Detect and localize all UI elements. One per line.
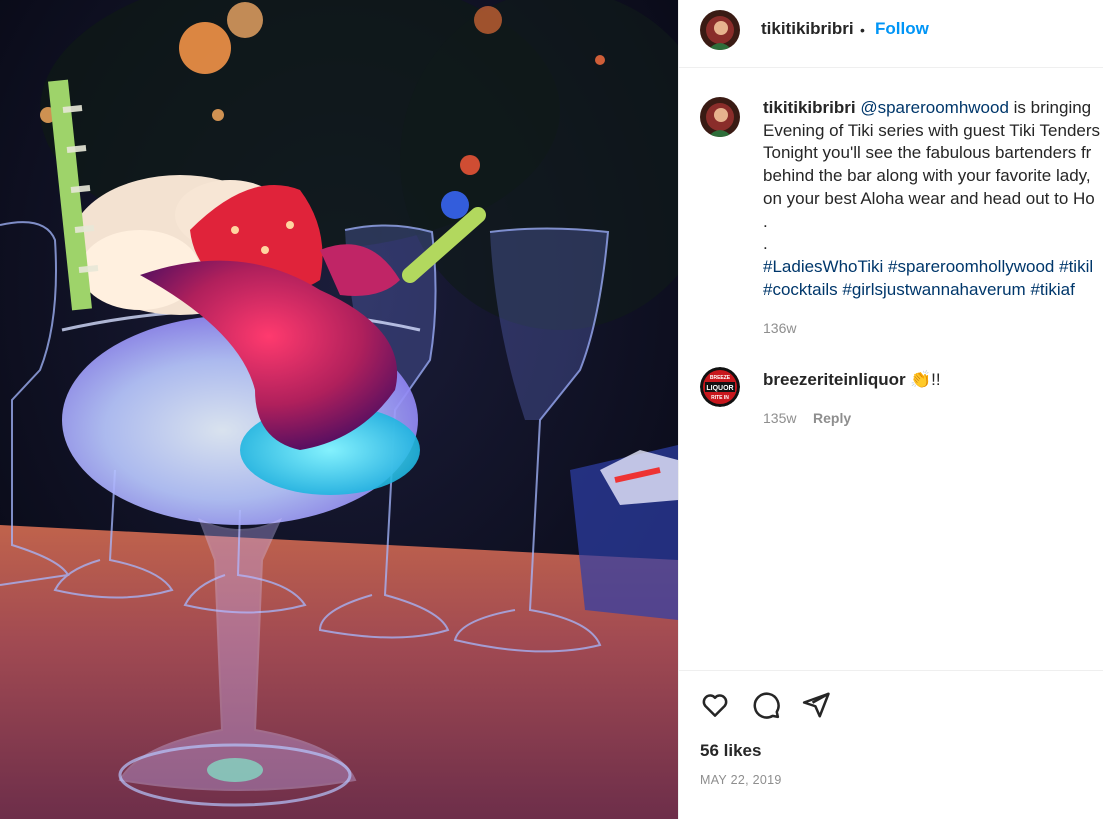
post-date[interactable]: MAY 22, 2019 [700,773,782,787]
svg-text:BREEZE: BREEZE [710,375,731,381]
caption-line-5: on your best Aloha wear and head out to … [763,188,1095,208]
caption-author-avatar[interactable] [700,97,740,137]
caption-line-4: behind the bar along with your favorite … [763,166,1091,186]
author-avatar[interactable] [700,10,740,50]
author-username[interactable]: tikitikibribri [761,19,854,39]
hashtag-link[interactable]: #cocktails [763,280,838,299]
post-details-panel: tikitikibribri • Follow tikitikibribri @… [678,0,1103,819]
caption-dot-1: . [763,211,768,231]
caption-mention[interactable]: @spareroomhwood [860,98,1009,117]
share-icon[interactable] [801,690,831,720]
commenter-username[interactable]: breezeriteinliquor [763,370,906,390]
caption-line-1: is bringing [1008,98,1092,117]
caption-line-3: Tonight you'll see the fabulous bartende… [763,143,1092,163]
svg-text:RITE IN: RITE IN [711,395,729,401]
svg-text:LIQUOR: LIQUOR [706,385,733,392]
hashtag-link[interactable]: #spareroomhollywood [888,257,1054,276]
comment-text: 👏!! [910,370,941,389]
follow-button[interactable]: Follow [875,19,929,39]
hashtag-link[interactable]: #girlsjustwannahaverum [842,280,1025,299]
heart-icon[interactable] [700,690,730,720]
caption-age[interactable]: 136w [763,320,796,336]
likes-count[interactable]: 56 likes [700,741,761,761]
post-header: tikitikibribri • Follow [679,0,1103,68]
caption-line-2: Evening of Tiki series with guest Tiki T… [763,120,1101,140]
comment-icon[interactable] [751,690,781,720]
post-caption: tikitikibribri @spareroomhwood is bringi… [763,97,1103,301]
hashtag-link[interactable]: #tikil [1059,257,1093,276]
comment-age[interactable]: 135w [763,410,796,426]
hashtag-link[interactable]: #tikiaf [1030,280,1074,299]
caption-dot-2: . [763,234,768,254]
reply-button[interactable]: Reply [813,410,851,426]
commenter-avatar[interactable]: BREEZE LIQUOR RITE IN [700,367,740,407]
liquor-logo-icon: BREEZE LIQUOR RITE IN [700,367,740,407]
header-separator: • [860,22,865,38]
caption-username[interactable]: tikitikibribri [763,98,856,117]
post-photo[interactable] [0,0,678,819]
cocktail-photo-illustration [0,0,678,819]
hashtag-link[interactable]: #LadiesWhoTiki [763,257,883,276]
